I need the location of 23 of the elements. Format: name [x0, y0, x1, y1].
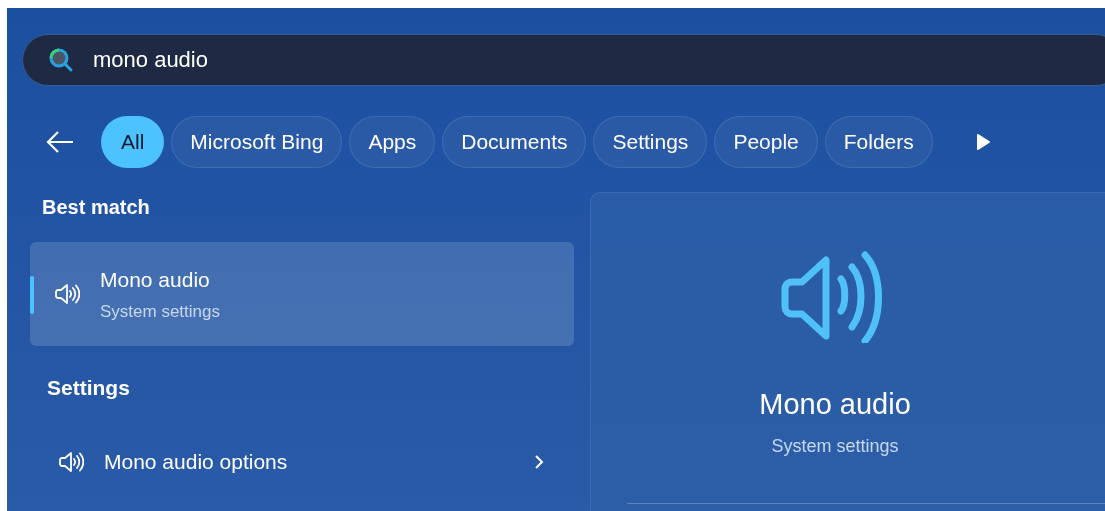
filter-chip[interactable]: Settings	[593, 116, 708, 168]
result-subtitle: System settings	[100, 301, 220, 323]
filter-chip[interactable]: Microsoft Bing	[171, 116, 343, 168]
filter-chip[interactable]: Documents	[442, 116, 587, 168]
settings-item[interactable]: Mono audio options	[30, 441, 574, 482]
filter-chip[interactable]: People	[714, 116, 818, 168]
search-field[interactable]: mono audio	[22, 34, 1105, 86]
filter-chip[interactable]: Apps	[349, 116, 436, 168]
speaker-icon	[58, 451, 84, 472]
back-arrow-icon[interactable]	[45, 130, 75, 154]
selection-indicator	[30, 276, 34, 314]
result-item[interactable]: Mono audio System settings	[30, 242, 574, 346]
section-heading: Settings	[47, 375, 131, 401]
filter-chip[interactable]: All	[101, 116, 165, 168]
result-title: Mono audio	[100, 266, 211, 293]
scroll-right-icon[interactable]	[974, 133, 991, 151]
chevron-right-icon	[534, 453, 544, 470]
preview-subtitle: System settings	[771, 434, 899, 458]
speaker-icon	[54, 284, 80, 304]
preview-title: Mono audio	[759, 387, 911, 422]
search-icon	[48, 47, 74, 73]
filter-chip[interactable]: Folders	[824, 116, 933, 168]
section-heading: Best match	[42, 195, 151, 220]
